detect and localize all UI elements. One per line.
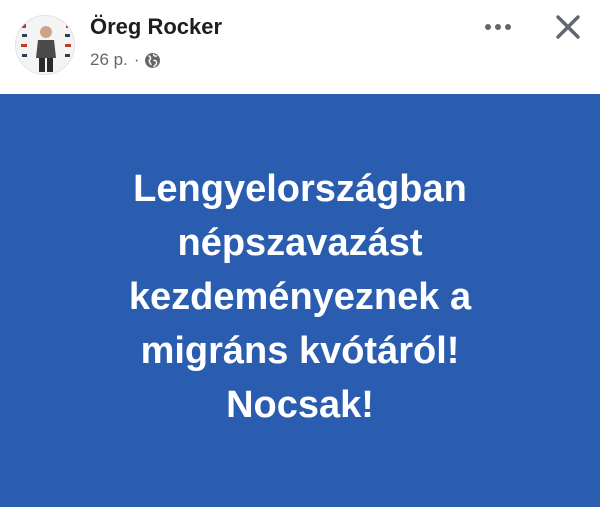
post-text-line: migráns kvótáról! (140, 329, 460, 372)
close-icon (556, 15, 580, 39)
post-footer-divider (0, 507, 600, 513)
post-text-card: Lengyelországban népszavazást kezdeménye… (0, 94, 600, 507)
avatar[interactable] (15, 15, 75, 75)
close-button[interactable] (551, 10, 585, 44)
post-text-line: Nocsak! (226, 383, 374, 426)
globe-icon[interactable] (144, 52, 161, 69)
post-header: Öreg Rocker 26 p. · (0, 0, 600, 94)
avatar-person-icon (16, 16, 74, 74)
more-horizontal-icon (485, 24, 511, 30)
meta-separator: · (133, 50, 140, 69)
post-text: Lengyelországban népszavazást kezdeménye… (40, 162, 560, 432)
post-time[interactable]: 26 p. (90, 50, 128, 70)
post-meta: 26 p. · (90, 50, 161, 70)
post-text-line: Lengyelországban (133, 167, 467, 210)
author-name[interactable]: Öreg Rocker (90, 14, 222, 40)
post-text-line: népszavazást (177, 221, 423, 264)
post-text-line: kezdeményeznek a (128, 275, 472, 318)
more-options-button[interactable] (478, 14, 518, 40)
